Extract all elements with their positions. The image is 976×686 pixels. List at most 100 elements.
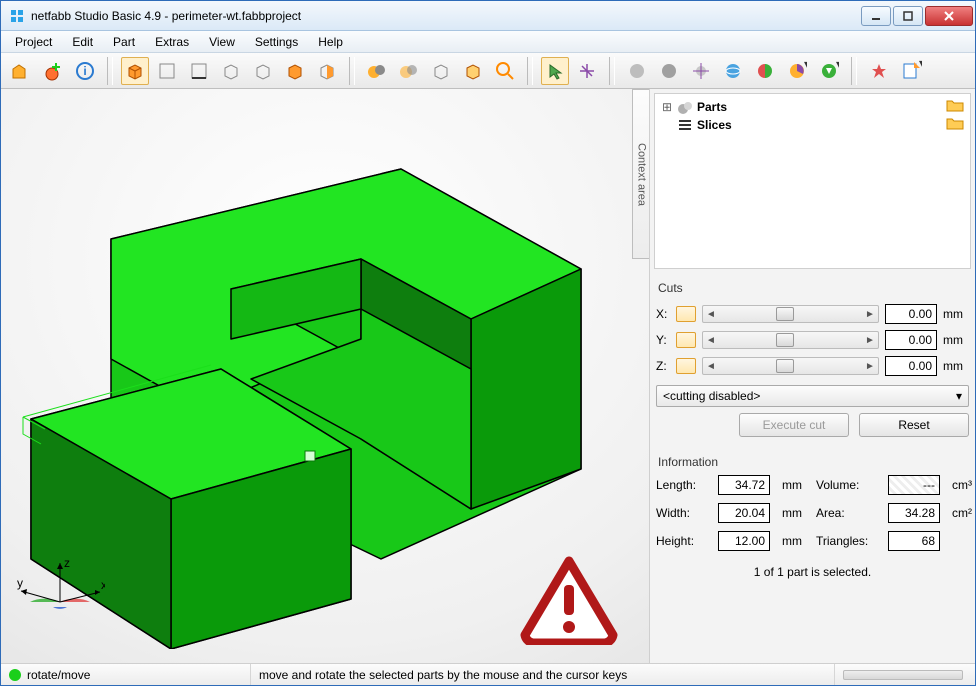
- cut-y-toggle[interactable]: [676, 332, 696, 348]
- width-label: Width:: [656, 506, 712, 520]
- cut-z-slider[interactable]: ◄►: [702, 357, 879, 375]
- maximize-button[interactable]: [893, 6, 923, 26]
- view-iso-icon[interactable]: [121, 57, 149, 85]
- status-slider[interactable]: [843, 670, 963, 680]
- cut-x-value[interactable]: 0.00: [885, 304, 937, 324]
- status-mode-cell: rotate/move: [1, 664, 251, 685]
- menu-extras[interactable]: Extras: [147, 33, 197, 51]
- toolbar: i ▾ ▾ ▾: [1, 53, 975, 89]
- pie-icon[interactable]: ▾: [783, 57, 811, 85]
- axes-sphere-icon[interactable]: [687, 57, 715, 85]
- green-red-sphere-icon[interactable]: [751, 57, 779, 85]
- svg-text:x: x: [101, 578, 105, 592]
- status-hint: move and rotate the selected parts by th…: [259, 668, 627, 682]
- svg-text:z: z: [64, 557, 70, 570]
- parts-icon: [677, 100, 693, 114]
- sphere-gray2-icon[interactable]: [655, 57, 683, 85]
- cut-mode-combo[interactable]: <cutting disabled> ▾: [656, 385, 969, 407]
- cut-y-value[interactable]: 0.00: [885, 330, 937, 350]
- menu-bar: Project Edit Part Extras View Settings H…: [1, 31, 975, 53]
- menu-edit[interactable]: Edit: [64, 33, 101, 51]
- render-transparent-icon[interactable]: [395, 57, 423, 85]
- triangles-label: Triangles:: [816, 534, 882, 548]
- area-unit: cm²: [952, 506, 976, 520]
- view-back-icon[interactable]: [249, 57, 277, 85]
- 3d-viewport[interactable]: Context area x y z: [1, 89, 649, 663]
- render-wire-icon[interactable]: [427, 57, 455, 85]
- volume-unit: cm³: [952, 478, 976, 492]
- render-solid-icon[interactable]: [363, 57, 391, 85]
- svg-text:▾: ▾: [919, 60, 922, 70]
- app-window: netfabb Studio Basic 4.9 - perimeter-wt.…: [0, 0, 976, 686]
- view-front-icon[interactable]: [217, 57, 245, 85]
- menu-help[interactable]: Help: [310, 33, 351, 51]
- view-right-icon[interactable]: [313, 57, 341, 85]
- toolbar-separator: [349, 57, 355, 85]
- status-hint-cell: move and rotate the selected parts by th…: [251, 664, 835, 685]
- render-wire2-icon[interactable]: [459, 57, 487, 85]
- volume-label: Volume:: [816, 478, 882, 492]
- close-button[interactable]: [925, 6, 973, 26]
- open-project-icon[interactable]: [7, 57, 35, 85]
- menu-project[interactable]: Project: [7, 33, 60, 51]
- height-value: 12.00: [718, 531, 770, 551]
- view-left-icon[interactable]: [281, 57, 309, 85]
- cut-y-slider[interactable]: ◄►: [702, 331, 879, 349]
- view-top-icon[interactable]: [153, 57, 181, 85]
- warning-icon[interactable]: [519, 555, 619, 645]
- cuts-section: Cuts X: ◄► 0.00 mm Y: ◄► 0.00 mm Z:: [656, 275, 969, 437]
- cut-buttons: Execute cut Reset: [656, 413, 969, 437]
- context-area-tab[interactable]: Context area: [632, 89, 649, 259]
- cut-mode-value: <cutting disabled>: [663, 389, 760, 403]
- tree-parts-label: Parts: [697, 100, 727, 114]
- menu-part[interactable]: Part: [105, 33, 143, 51]
- svg-text:y: y: [17, 576, 23, 590]
- sphere-gray-icon[interactable]: [623, 57, 651, 85]
- tree-parts-row[interactable]: ⊞ Parts: [661, 98, 964, 116]
- menu-settings[interactable]: Settings: [247, 33, 306, 51]
- info-section: Information Length: 34.72 mm Volume: ---…: [656, 449, 969, 583]
- add-part-icon[interactable]: [39, 57, 67, 85]
- cut-y-unit: mm: [943, 333, 969, 347]
- minimize-button[interactable]: [861, 6, 891, 26]
- cut-y-label: Y:: [656, 333, 670, 347]
- execute-cut-button[interactable]: Execute cut: [739, 413, 849, 437]
- cut-x-toggle[interactable]: [676, 306, 696, 322]
- height-label: Height:: [656, 534, 712, 548]
- folder-icon[interactable]: [946, 116, 964, 130]
- area-value: 34.28: [888, 503, 940, 523]
- quality-icon[interactable]: ▾: [815, 57, 843, 85]
- cut-x-slider[interactable]: ◄►: [702, 305, 879, 323]
- status-handle-cell: [835, 664, 975, 685]
- cuts-header: Cuts: [658, 281, 969, 295]
- move-tool-icon[interactable]: [573, 57, 601, 85]
- view-bottom-icon[interactable]: [185, 57, 213, 85]
- slices-icon: [677, 118, 693, 132]
- project-tree[interactable]: ⊞ Parts Slices: [654, 93, 971, 269]
- reset-cut-button[interactable]: Reset: [859, 413, 969, 437]
- main-area: Context area x y z: [1, 89, 975, 663]
- cut-z-toggle[interactable]: [676, 358, 696, 374]
- zoom-icon[interactable]: [491, 57, 519, 85]
- tree-slices-row[interactable]: Slices: [661, 116, 964, 134]
- globe-icon[interactable]: [719, 57, 747, 85]
- cut-z-value[interactable]: 0.00: [885, 356, 937, 376]
- cut-z-label: Z:: [656, 359, 670, 373]
- cut-x-unit: mm: [943, 307, 969, 321]
- right-panel: ⊞ Parts Slices Cuts X: ◄►: [649, 89, 975, 663]
- window-title: netfabb Studio Basic 4.9 - perimeter-wt.…: [31, 9, 861, 23]
- svg-text:▾: ▾: [804, 61, 807, 71]
- folder-icon[interactable]: [946, 98, 964, 112]
- info-icon[interactable]: i: [71, 57, 99, 85]
- status-dot-icon: [9, 669, 21, 681]
- svg-text:▾: ▾: [836, 61, 839, 71]
- area-label: Area:: [816, 506, 882, 520]
- export-icon[interactable]: ▾: [897, 57, 925, 85]
- cut-x-label: X:: [656, 307, 670, 321]
- svg-text:i: i: [83, 64, 86, 78]
- status-bar: rotate/move move and rotate the selected…: [1, 663, 975, 685]
- repair-icon[interactable]: [865, 57, 893, 85]
- select-tool-icon[interactable]: [541, 57, 569, 85]
- menu-view[interactable]: View: [201, 33, 243, 51]
- expand-icon[interactable]: ⊞: [661, 100, 673, 114]
